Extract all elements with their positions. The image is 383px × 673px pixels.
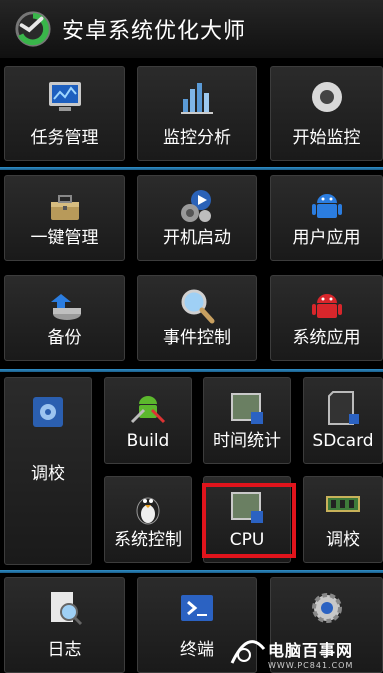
build-button[interactable]: Build [104,377,192,464]
settings-panel-icon [33,397,63,427]
android-tools-icon [130,396,166,424]
task-manager-button[interactable]: 任务管理 [4,66,125,161]
bar-chart-icon [181,83,213,114]
terminal-label: 终端 [180,640,214,660]
section-divider [0,570,383,573]
system-control-button[interactable]: 系统控制 [104,476,192,563]
penguin-icon [136,497,160,525]
start-monitor-button[interactable]: 开始监控 [270,66,383,161]
time-stats-label: 时间统计 [213,431,281,451]
log-magnifier-icon [50,592,82,626]
event-control-label: 事件控制 [163,328,231,348]
task-manager-label: 任务管理 [30,128,99,148]
user-apps-label: 用户应用 [292,228,361,248]
section-divider [0,369,383,372]
cpu-chip-icon [231,393,263,424]
user-apps-button[interactable]: 用户应用 [270,175,383,261]
one-key-manage-label: 一键管理 [30,228,99,248]
sdcard-button[interactable]: SDcard [303,377,383,464]
gear-icon [311,593,342,623]
cpu-highlight-box [202,483,296,558]
tuning-main-button[interactable]: 调校 [4,377,92,565]
memory-module-icon [326,496,360,512]
watermark-url: WWW.PC841.COM [268,660,354,670]
boot-startup-button[interactable]: 开机启动 [137,175,257,261]
monitor-icon [48,82,81,111]
tuning-button[interactable]: 调校 [303,476,383,563]
tuning-label: 调校 [326,530,360,550]
app-logo-icon [15,11,51,47]
terminal-icon [181,595,213,621]
system-apps-label: 系统应用 [292,328,361,348]
watermark-title: 电脑百事网 [268,640,354,660]
watermark-logo-icon [230,640,266,664]
monitor-analysis-label: 监控分析 [163,128,231,148]
watermark: 电脑百事网 WWW.PC841.COM [228,633,383,673]
system-control-label: 系统控制 [114,530,182,550]
app-titlebar: 安卓系统优化大师 [0,0,383,58]
monitor-analysis-button[interactable]: 监控分析 [137,66,257,161]
build-label: Build [126,431,170,451]
tuning-main-label: 调校 [31,463,65,484]
sdcard-label: SDcard [312,431,374,451]
magnifier-icon [181,289,215,324]
system-apps-button[interactable]: 系统应用 [270,275,383,361]
boot-startup-label: 开机启动 [163,228,231,248]
backup-button[interactable]: 备份 [4,275,125,361]
record-icon [311,82,342,112]
start-monitor-label: 开始监控 [292,128,361,148]
section-divider [0,167,383,170]
app-title: 安卓系统优化大师 [62,19,247,44]
time-stats-button[interactable]: 时间统计 [203,377,291,464]
one-key-manage-button[interactable]: 一键管理 [4,175,125,261]
backup-icon [50,294,81,320]
android-red-icon [311,294,342,318]
event-control-button[interactable]: 事件控制 [137,275,257,361]
log-button[interactable]: 日志 [4,577,125,673]
sd-card-icon [328,391,359,425]
toolbox-icon [50,195,79,220]
backup-label: 备份 [47,328,82,348]
log-label: 日志 [47,640,82,660]
startup-gear-icon [181,190,211,222]
android-blue-icon [311,194,342,218]
